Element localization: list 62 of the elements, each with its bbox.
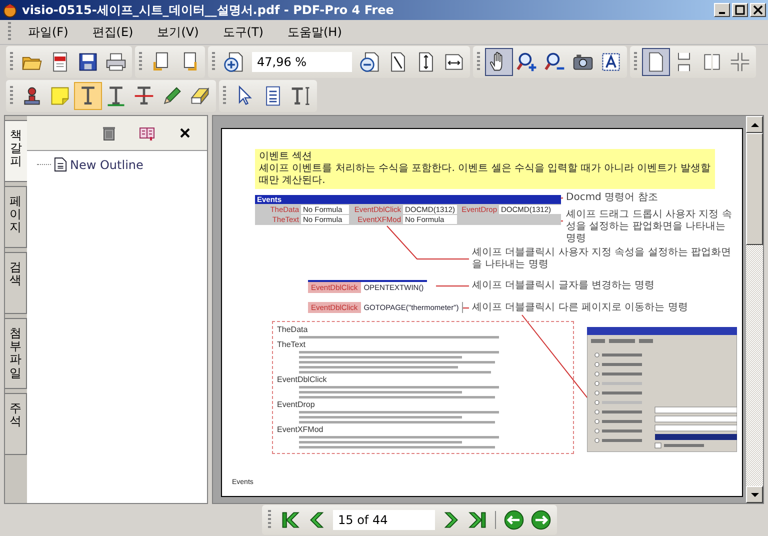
page-number-field[interactable]: 15 of 44: [333, 510, 435, 530]
side-tab[interactable]: 첨부파일: [5, 318, 27, 389]
back-button[interactable]: [502, 508, 526, 532]
window-title: visio-0515-세이프_시트_데이터__설명서.pdf - PDF-Pro 4 Free: [22, 2, 395, 18]
scroll-thumb[interactable]: [746, 133, 763, 245]
up-arrow-icon: [750, 120, 758, 128]
toolbar-button[interactable]: [642, 48, 670, 76]
term-text: TheText: [277, 340, 306, 350]
zoom-out-icon: [359, 51, 381, 73]
scroll-up-button[interactable]: [746, 116, 763, 133]
menu-item[interactable]: 보기(V): [145, 22, 211, 42]
section-text: 셰이프 이벤트를 처리하는 수식을 포함한다. 이벤트 셀은 수식을 입력할 때가 아니라 이벤트가 발생할 때만 계산된다.: [259, 163, 711, 187]
document-icon: [54, 157, 67, 172]
magnifier-plus-icon: [516, 51, 538, 73]
side-tab[interactable]: 페이지: [5, 186, 27, 248]
zoom-in-icon: [223, 51, 245, 73]
term-text: EventXFMod: [277, 425, 324, 435]
printer-icon: [105, 51, 127, 73]
section-title: 이벤트 섹션: [259, 151, 314, 163]
corners-icon: [729, 51, 751, 73]
toolbar-button[interactable]: [485, 48, 513, 76]
outline-item[interactable]: New Outline: [70, 158, 144, 172]
annotation-text: Docmd 명령어 참조: [566, 192, 658, 204]
menu-item[interactable]: 파일(F): [16, 22, 80, 42]
forward-button[interactable]: [529, 508, 553, 532]
term-text: EventDblClick: [277, 375, 328, 385]
close-button[interactable]: [750, 3, 766, 17]
annotation-text: 셰이프 드래그 드롭시 사용자 지정 속성을 설정하는 팝업화면을 나타내는 명령: [566, 209, 733, 245]
horizontal-arrow-page-icon: [443, 51, 465, 73]
side-tab[interactable]: 주석: [5, 392, 27, 455]
book-icon[interactable]: [139, 125, 155, 141]
side-tab[interactable]: 책갈피: [5, 120, 27, 182]
menu-item[interactable]: 도움말(H): [276, 22, 354, 42]
trash-icon[interactable]: [101, 125, 117, 141]
side-tab[interactable]: 검색: [5, 252, 27, 314]
term-text: TheData: [277, 325, 309, 335]
menu-item[interactable]: 도구(T): [210, 22, 276, 42]
down-arrow-icon: [750, 490, 758, 498]
menu-item[interactable]: 편집(E): [80, 22, 146, 42]
annotation-text: 셰이프 더블클릭시 사용자 지정 속성을 설정하는 팝업화면을 나타내는 명령: [472, 247, 732, 271]
minimize-icon: [719, 12, 725, 14]
magnifier-minus-icon: [544, 51, 566, 73]
sticky-note-icon: [49, 85, 71, 107]
zoom-field[interactable]: 47,96 %: [252, 52, 352, 72]
text-frame-icon: [600, 51, 622, 73]
text-cursor-icon: [290, 85, 312, 107]
term-text: EventDrop: [277, 400, 316, 410]
strikeout-text-icon: [133, 85, 155, 107]
app-icon: [2, 2, 18, 18]
annotation-text: 셰이프 더블클릭시 글자를 변경하는 명령: [472, 280, 655, 292]
stamp-icon: [21, 85, 43, 107]
maximize-icon: [735, 5, 745, 15]
pencil-icon: [161, 85, 183, 107]
maximize-button[interactable]: [732, 3, 748, 17]
minimize-button[interactable]: [714, 3, 730, 17]
close-icon: [753, 5, 763, 15]
scroll-down-button[interactable]: [746, 486, 763, 503]
eraser-icon: [189, 85, 211, 107]
facing-pages-icon: [701, 51, 723, 73]
annotation-text: 셰이프 더블클릭시 다른 페이지로 이동하는 명령: [472, 302, 688, 314]
vertical-scrollbar[interactable]: [746, 116, 763, 503]
underline-text-icon: [105, 85, 127, 107]
